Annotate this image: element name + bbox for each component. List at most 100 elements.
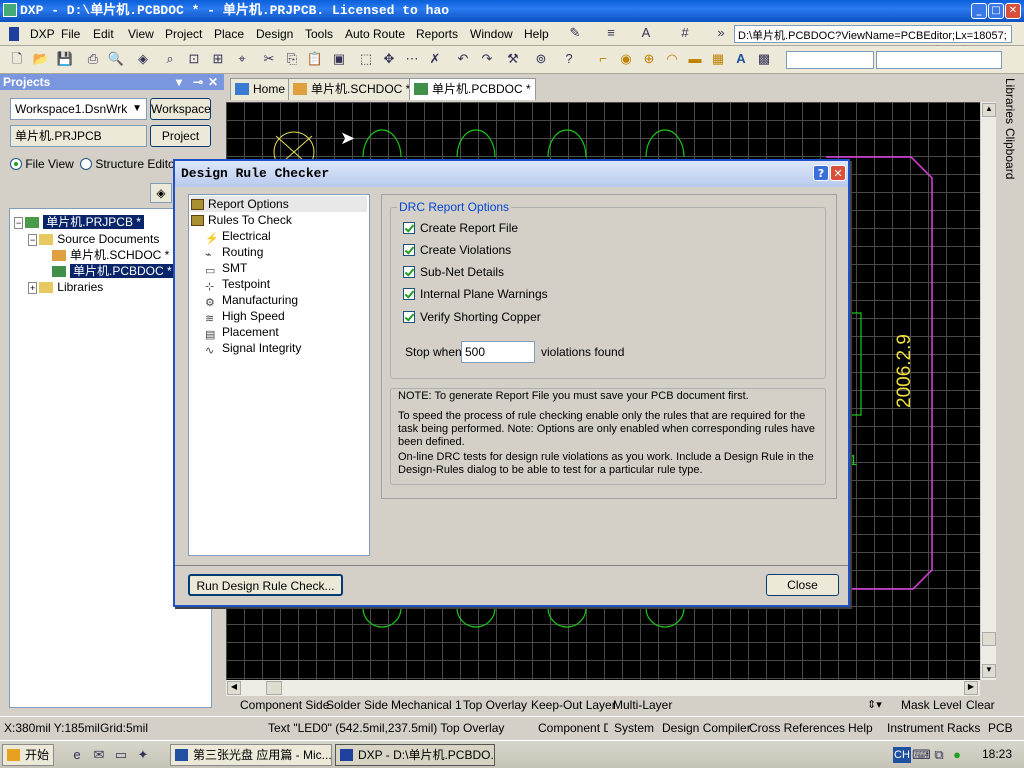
hammer-icon[interactable]: ⚒ [504, 50, 522, 68]
tree-libraries[interactable]: + Libraries [28, 279, 103, 295]
arc-icon[interactable]: ◠ [663, 50, 681, 68]
redo-icon[interactable]: ↷ [478, 50, 496, 68]
panel-close-icon[interactable]: ✕ [208, 74, 218, 90]
route-icon[interactable]: ⌐ [594, 50, 612, 68]
layer-tab-top-overlay[interactable]: Top Overlay [463, 697, 527, 713]
clipboard-side-tab[interactable]: Clipboard [1003, 128, 1017, 179]
tree-rules-to-check[interactable]: Rules To Check [191, 212, 292, 228]
panel-menu-icon[interactable]: ▾ [176, 74, 182, 90]
tree-rule-routing[interactable]: ⌁ Routing [205, 244, 263, 261]
layer-tab-mechanical-1[interactable]: Mechanical 1 [391, 697, 462, 713]
scroll-thumb[interactable] [982, 632, 996, 646]
dialog-close-icon[interactable]: ✕ [830, 165, 846, 181]
scroll-left-icon[interactable]: ◀ [227, 681, 241, 695]
status-panel-system[interactable]: System [614, 717, 654, 739]
string-icon[interactable]: A [732, 50, 750, 68]
menu-view[interactable]: View [128, 27, 154, 41]
layers-icon[interactable]: ◈ [134, 50, 152, 68]
zoom-select-icon[interactable]: ⌖ [233, 50, 251, 68]
scroll-down-icon[interactable]: ▼ [982, 664, 996, 678]
minimize-button[interactable]: _ [971, 3, 987, 19]
undo-icon[interactable]: ↶ [454, 50, 472, 68]
menu-tools[interactable]: Tools [305, 27, 333, 41]
polygon-icon[interactable]: ▦ [709, 50, 727, 68]
clear-filter-icon[interactable]: ✗ [426, 50, 444, 68]
menu-dxp[interactable]: DXP [30, 27, 55, 41]
tab-schdoc[interactable]: 单片机.SCHDOC * [288, 78, 416, 100]
keyboard-icon[interactable]: ⌨ [912, 746, 931, 764]
start-button[interactable]: 开始 [2, 744, 54, 766]
tree-root[interactable]: − 单片机.PRJPCB * [14, 214, 144, 230]
desktop-icon[interactable]: ▭ [112, 746, 130, 764]
ime-indicator[interactable]: CH [893, 747, 911, 763]
tree-rule-manufacturing[interactable]: ⚙ Manufacturing [205, 292, 298, 309]
expand-icon[interactable]: + [28, 282, 38, 294]
status-panel-instrument-racks[interactable]: Instrument Racks [887, 717, 980, 739]
layer-tab-component-side[interactable]: Component Side [240, 697, 329, 713]
layer-tab-solder-side[interactable]: Solder Side [326, 697, 388, 713]
menu-edit[interactable]: Edit [93, 27, 114, 41]
menu-place[interactable]: Place [214, 27, 244, 41]
create-report-file-checkbox[interactable]: Create Report File [403, 220, 518, 236]
collapse-icon[interactable]: − [28, 234, 38, 246]
clear-button[interactable]: Clear [966, 697, 995, 713]
move-icon[interactable]: ✥ [380, 50, 398, 68]
menu-file[interactable]: File [61, 27, 80, 41]
task-dxp[interactable]: DXP - D:\单片机.PCBDO... [335, 744, 495, 766]
tree-report-options[interactable]: Report Options [191, 196, 367, 212]
zoom-icon[interactable]: ⌕ [161, 50, 179, 68]
via-icon[interactable]: ◉ [617, 50, 635, 68]
vertical-scrollbar[interactable]: ▲ ▼ [980, 102, 996, 680]
open-folder-icon[interactable]: 📂 [32, 50, 50, 68]
stop-when-input[interactable]: 500 [461, 341, 535, 363]
component-icon[interactable]: ▩ [755, 50, 773, 68]
menu-reports[interactable]: Reports [416, 27, 458, 41]
align-icon[interactable]: ≡ [602, 24, 620, 42]
help-icon[interactable]: ? [560, 50, 578, 68]
copy-icon[interactable]: ⎘ [283, 50, 301, 68]
internal-plane-warnings-checkbox[interactable]: Internal Plane Warnings [403, 286, 548, 302]
chevron-down-icon[interactable]: ▼ [132, 99, 142, 119]
layer-tab-keep-out[interactable]: Keep-Out Layer [531, 697, 616, 713]
deselect-icon[interactable]: ⋯ [403, 50, 421, 68]
project-options-icon[interactable]: ◈ [150, 183, 172, 203]
close-button[interactable]: Close [766, 574, 839, 596]
menu-window[interactable]: Window [470, 27, 513, 41]
tray-app-icon[interactable]: ● [948, 746, 966, 764]
layer-tab-multi-layer[interactable]: Multi-Layer [613, 697, 672, 713]
maximize-button[interactable]: □ [988, 3, 1004, 19]
save-icon[interactable]: 💾 [56, 50, 74, 68]
tree-rule-placement[interactable]: ▤ Placement [205, 324, 279, 341]
address-field[interactable]: D:\单片机.PCBDOC?ViewName=PCBEditor;Lx=1805… [734, 25, 1012, 43]
pad-icon[interactable]: ⊕ [640, 50, 658, 68]
tree-rule-electrical[interactable]: ⚡ Electrical [205, 228, 271, 245]
run-design-rule-check-button[interactable]: Run Design Rule Check... [188, 574, 343, 596]
select-area-icon[interactable]: ⬚ [357, 50, 375, 68]
network-icon[interactable]: ⧉ [930, 746, 948, 764]
tree-schdoc[interactable]: 单片机.SCHDOC * [52, 247, 169, 263]
print-icon[interactable]: ⎙ [84, 50, 102, 68]
task-word-document[interactable]: 第三张光盘 应用篇 - Mic... [170, 744, 332, 766]
libraries-side-tab[interactable]: Libraries [1003, 78, 1017, 124]
tab-home[interactable]: Home [230, 78, 291, 100]
menu-help[interactable]: Help [524, 27, 549, 41]
fill-icon[interactable]: ▬ [686, 50, 704, 68]
close-window-button[interactable]: ✕ [1005, 3, 1021, 19]
binoculars-icon[interactable]: ⊚ [532, 50, 550, 68]
layer-select[interactable] [786, 51, 874, 69]
grid-icon[interactable]: # [676, 24, 694, 42]
status-panel-design-compiler[interactable]: Design Compiler [662, 717, 751, 739]
project-field[interactable]: 单片机.PRJPCB [10, 125, 147, 147]
cut-icon[interactable]: ✂ [260, 50, 278, 68]
project-button[interactable]: Project [150, 125, 211, 147]
tree-rule-signal-integrity[interactable]: ∿ Signal Integrity [205, 340, 301, 357]
workspace-button[interactable]: Workspace [150, 98, 211, 120]
status-panel-cross-references[interactable]: Cross References [749, 717, 845, 739]
menu-auto-route[interactable]: Auto Route [345, 27, 405, 41]
ie-icon[interactable]: e [68, 746, 86, 764]
paste-icon[interactable]: 📋 [306, 50, 324, 68]
zoom-fit-icon[interactable]: ⊞ [209, 50, 227, 68]
file-view-radio[interactable]: File View [10, 157, 74, 171]
new-file-icon[interactable]: 🗋 [8, 50, 26, 68]
collapse-icon[interactable]: − [14, 217, 24, 229]
